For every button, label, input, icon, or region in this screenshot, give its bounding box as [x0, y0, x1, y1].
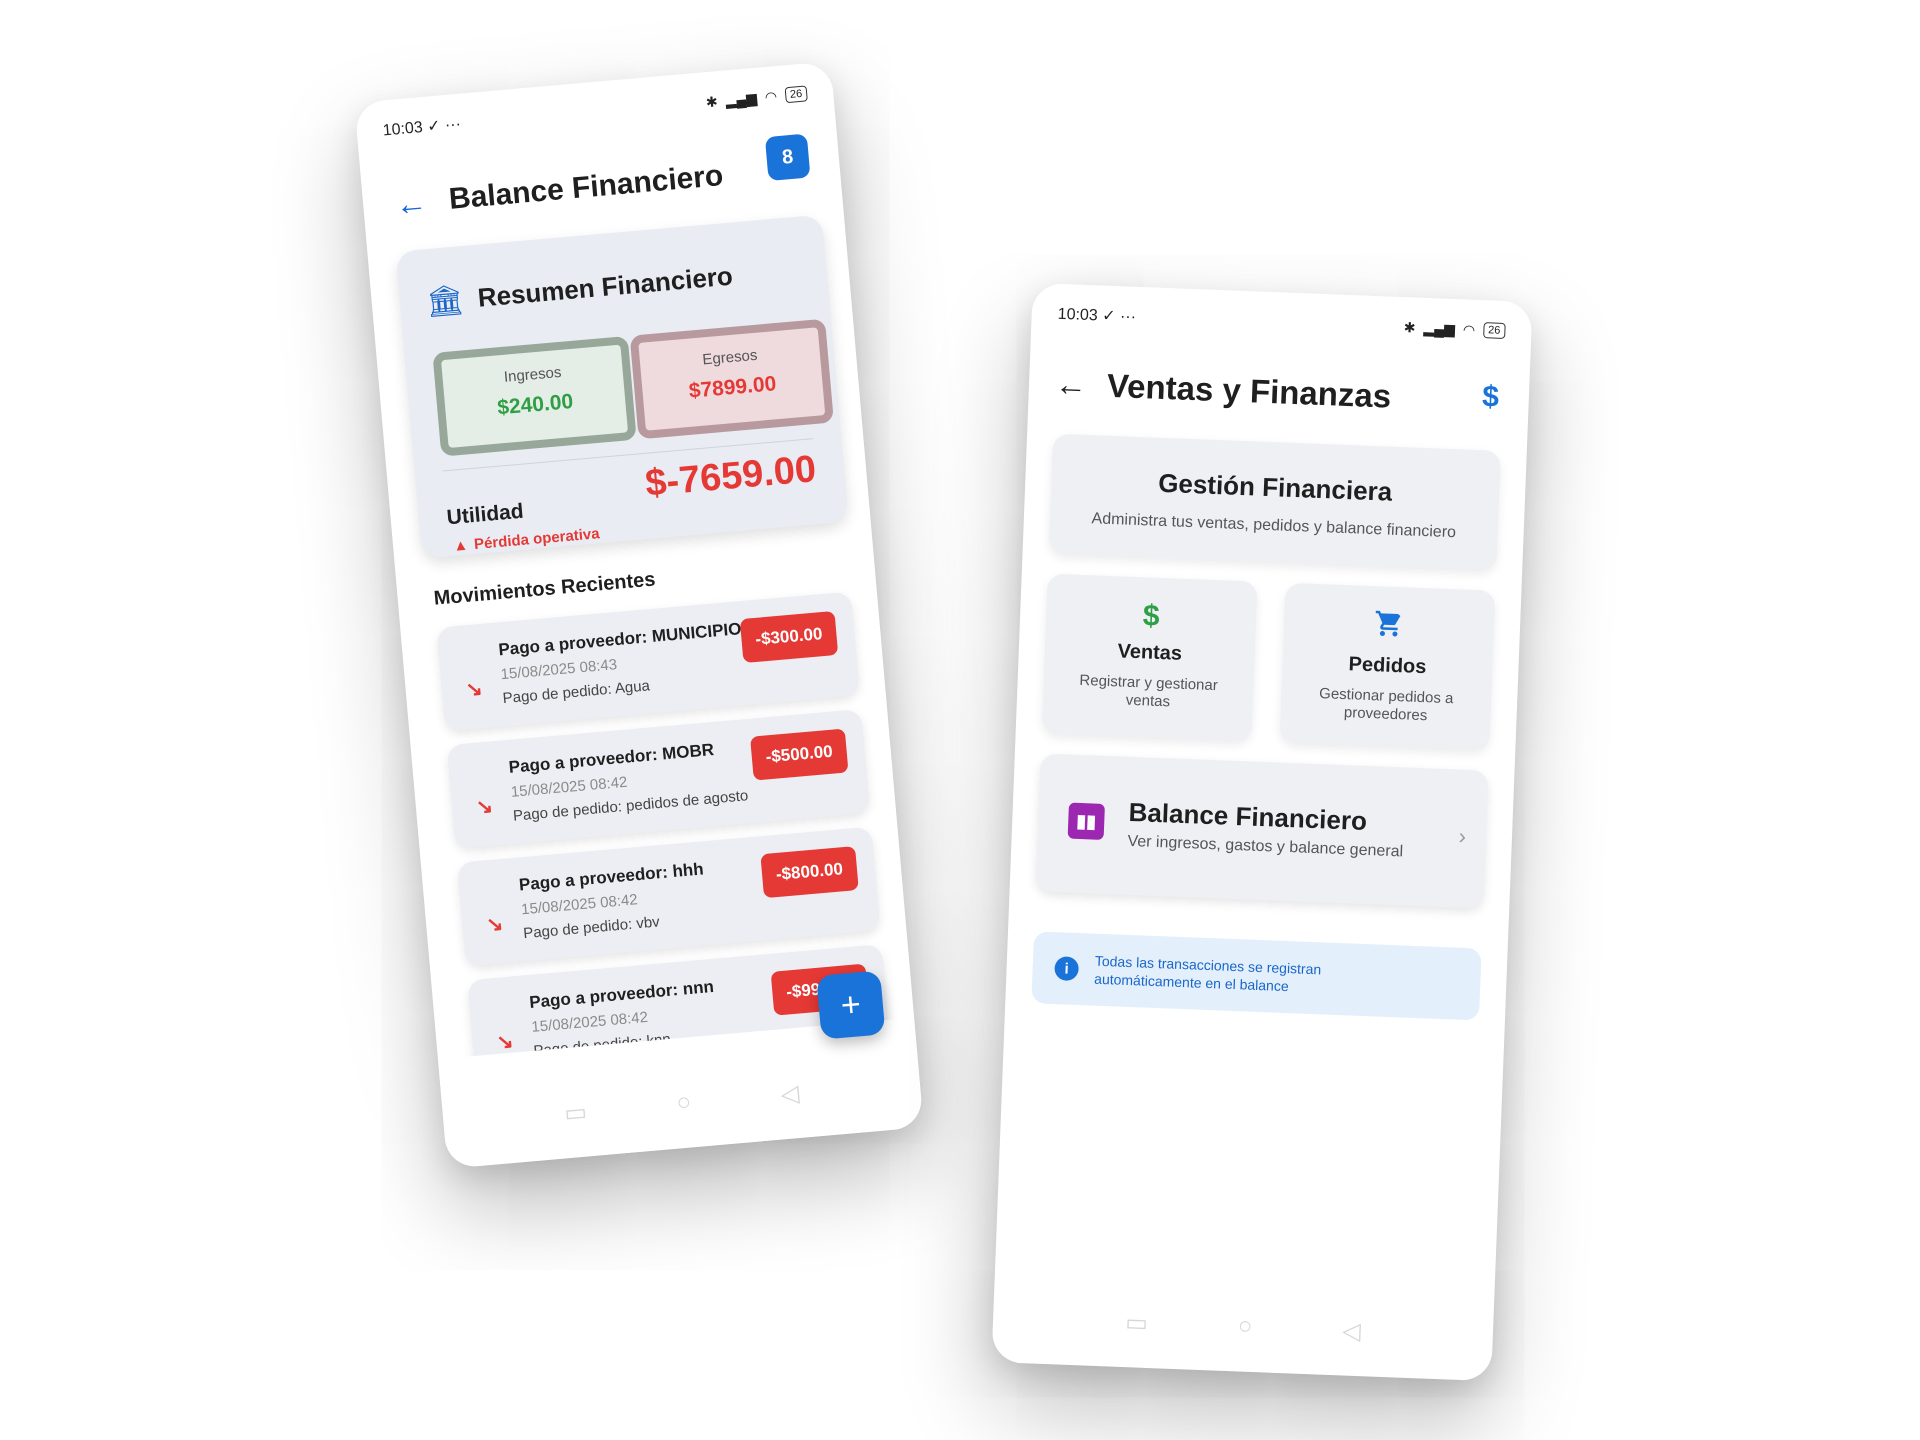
movement-amount: -$500.00 [749, 728, 849, 781]
movement-detail: Pago de pedido: Agua [502, 677, 651, 708]
bluetooth-icon: ✱ [1403, 318, 1416, 336]
chevron-right-icon: › [1458, 823, 1467, 849]
ingresos-label: Ingresos [503, 363, 563, 386]
gestion-title: Gestión Financiera [1157, 467, 1393, 507]
movements-title: Movimientos Recientes [432, 568, 657, 610]
egresos-box: Egresos $7899.00 [629, 318, 834, 440]
trending-down-icon: ↘ [464, 677, 484, 702]
movement-title: Pago a proveedor: nnn [528, 976, 715, 1012]
info-text: Todas las transacciones se registran aut… [1093, 952, 1322, 995]
loss-label: Pérdida operativa [473, 525, 601, 554]
info-banner: i Todas las transacciones se registran a… [1031, 931, 1482, 1021]
loss-indicator: ▲ Pérdida operativa [453, 525, 601, 555]
summary-card: 🏛 Resumen Financiero Ingresos $240.00 Eg… [395, 214, 849, 559]
ingresos-value: $240.00 [496, 389, 575, 420]
signal-icon: ▂▄▆ [1423, 319, 1456, 337]
warning-icon: ▲ [452, 536, 469, 555]
phone-balance-financiero: 10:03 ✓ ··· ✱ ▂▄▆ ◠ 26 ← Balance Financi… [354, 61, 924, 1169]
balance-title: Balance Financiero [1128, 796, 1368, 837]
bank-icon: 🏛 [424, 283, 466, 320]
wifi-icon: ◠ [764, 87, 778, 105]
back-arrow-icon[interactable]: ← [394, 183, 437, 223]
home-icon[interactable]: ○ [675, 1088, 692, 1118]
recent-apps-icon[interactable]: ▭ [1125, 1308, 1149, 1338]
info-icon: i [1054, 956, 1080, 982]
system-nav-bar: ▭ ○ ◁ [993, 1303, 1494, 1351]
home-icon[interactable]: ○ [1237, 1312, 1253, 1342]
ventas-title: Ventas [1117, 640, 1183, 665]
pedidos-subtitle: Gestionar pedidos a proveedores [1318, 685, 1454, 725]
trending-down-icon: ↘ [475, 795, 494, 819]
movement-item[interactable]: ↘ Pago a proveedor: MOBR 15/08/2025 08:4… [446, 709, 871, 849]
movement-detail: Pago de pedido: vbv [522, 913, 661, 943]
notification-badge[interactable]: 8 [764, 133, 811, 182]
app-bar: ← Ventas y Finanzas $ [1028, 343, 1531, 442]
dollar-icon[interactable]: $ [1482, 380, 1500, 415]
signal-icon: ▂▄▆ [724, 89, 758, 108]
movement-amount: -$300.00 [739, 610, 839, 664]
movement-date: 15/08/2025 08:42 [530, 1008, 649, 1036]
battery-icon: 26 [1482, 322, 1506, 339]
status-bar: 10:03 ✓ ··· ✱ ▂▄▆ ◠ 26 [1057, 302, 1506, 343]
summary-title: Resumen Financiero [476, 260, 734, 313]
pedidos-tile[interactable]: Pedidos Gestionar pedidos a proveedores [1279, 582, 1496, 751]
movement-item[interactable]: ↘ Pago a proveedor: MUNICIPIO 15/08/2025… [436, 591, 860, 732]
status-bar: 10:03 ✓ ··· ✱ ▂▄▆ ◠ 26 [382, 81, 808, 142]
egresos-value: $7899.00 [687, 372, 778, 403]
balance-subtitle: Ver ingresos, gastos y balance general [1127, 832, 1404, 861]
dollar-icon: $ [1142, 599, 1161, 633]
cart-icon [1283, 605, 1494, 651]
status-notification-icons: ✓ ··· [426, 115, 462, 136]
balance-financiero-item[interactable]: ▮▮ Balance Financiero Ver ingresos, gast… [1035, 753, 1489, 909]
movement-item[interactable]: ↘ Pago a proveedor: hhh 15/08/2025 08:42… [456, 826, 881, 967]
movement-date: 15/08/2025 08:43 [499, 656, 618, 684]
pedidos-title: Pedidos [1348, 653, 1427, 679]
battery-icon: 26 [784, 85, 808, 104]
movement-date: 15/08/2025 08:42 [520, 891, 639, 919]
bar-chart-icon: ▮▮ [1067, 802, 1105, 840]
gestion-card: Gestión Financiera Administra tus ventas… [1048, 433, 1501, 571]
movement-title: Pago a proveedor: MOBR [507, 740, 715, 777]
nav-back-icon[interactable]: ◁ [779, 1079, 801, 1109]
status-time: 10:03 [1057, 305, 1099, 325]
utilidad-label: Utilidad [445, 499, 525, 530]
movement-amount: -$800.00 [760, 846, 859, 899]
bluetooth-icon: ✱ [705, 92, 719, 110]
utilidad-value: $-7659.00 [643, 448, 818, 505]
movement-title: Pago a proveedor: MUNICIPIO [497, 619, 743, 660]
trending-down-icon: ↘ [485, 913, 505, 937]
phone-ventas-finanzas: 10:03 ✓ ··· ✱ ▂▄▆ ◠ 26 ← Ventas y Finanz… [991, 282, 1533, 1382]
add-button[interactable]: + [816, 970, 886, 1040]
page-title: Ventas y Finanzas [1106, 366, 1392, 415]
movement-title: Pago a proveedor: hhh [518, 859, 705, 895]
nav-back-icon[interactable]: ◁ [1342, 1316, 1362, 1346]
gestion-subtitle: Administra tus ventas, pedidos y balance… [1091, 510, 1457, 542]
wifi-icon: ◠ [1462, 320, 1476, 338]
egresos-label: Egresos [701, 346, 759, 369]
ventas-tile[interactable]: $ Ventas Registrar y gestionar ventas [1041, 573, 1258, 742]
ingresos-box: Ingresos $240.00 [432, 335, 637, 457]
trending-down-icon: ↘ [495, 1030, 515, 1054]
movement-date: 15/08/2025 08:42 [510, 773, 629, 801]
page-title: Balance Financiero [447, 159, 725, 216]
ventas-subtitle: Registrar y gestionar ventas [1079, 671, 1219, 711]
back-arrow-icon[interactable]: ← [1054, 365, 1095, 404]
status-time: 10:03 [382, 119, 424, 140]
status-notification-icons: ✓ ··· [1101, 307, 1137, 326]
recent-apps-icon[interactable]: ▭ [563, 1097, 588, 1128]
